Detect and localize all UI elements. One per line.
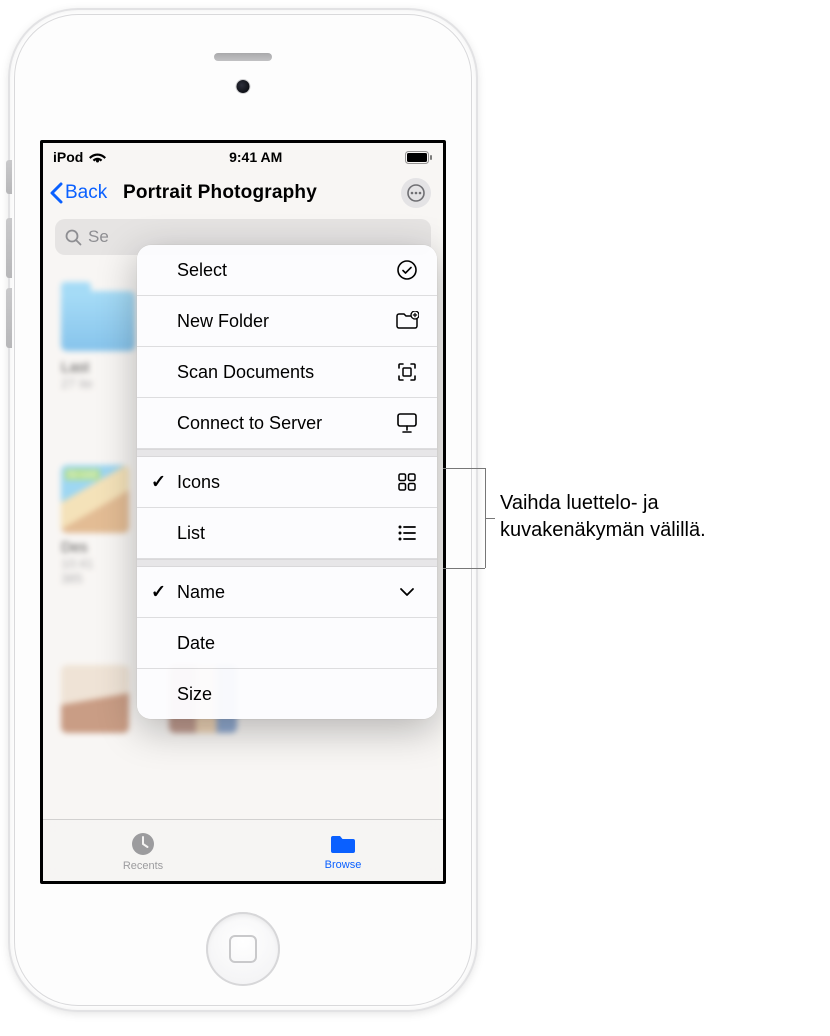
menu-select[interactable]: Select bbox=[137, 245, 437, 296]
volume-down-button bbox=[6, 288, 12, 348]
callout-line bbox=[485, 518, 495, 519]
menu-label: Icons bbox=[177, 472, 220, 493]
device-frame: Last 27 ite So cool! Des 10:41 385 bbox=[10, 10, 476, 1010]
file-thumbnail[interactable] bbox=[61, 665, 129, 733]
menu-sort-name[interactable]: ✓ Name bbox=[137, 567, 437, 618]
callout-text: Vaihda luettelo- ja kuvakenäkymän välill… bbox=[500, 490, 706, 544]
menu-scan-documents[interactable]: Scan Documents bbox=[137, 347, 437, 398]
menu-separator bbox=[137, 559, 437, 567]
menu-sort-date[interactable]: Date bbox=[137, 618, 437, 669]
menu-separator bbox=[137, 449, 437, 457]
tab-label: Browse bbox=[325, 859, 362, 871]
more-button[interactable] bbox=[401, 178, 431, 208]
callout-line bbox=[443, 568, 485, 569]
device-speaker bbox=[214, 53, 272, 61]
menu-connect-server[interactable]: Connect to Server bbox=[137, 398, 437, 449]
search-placeholder: Se bbox=[88, 227, 109, 247]
nav-bar: Back Portrait Photography bbox=[43, 171, 443, 215]
grid-icon bbox=[395, 470, 419, 494]
clock-icon bbox=[129, 830, 157, 858]
folder-icon bbox=[61, 291, 135, 351]
checkmark-icon: ✓ bbox=[151, 582, 166, 603]
file-name: Des bbox=[61, 539, 129, 556]
back-label: Back bbox=[65, 182, 107, 204]
page-title: Portrait Photography bbox=[123, 182, 401, 204]
thumbnail-badge: So cool! bbox=[65, 469, 100, 480]
tab-recents[interactable]: Recents bbox=[43, 820, 243, 881]
menu-label: New Folder bbox=[177, 311, 269, 332]
menu-label: Select bbox=[177, 260, 227, 281]
menu-view-icons[interactable]: ✓ Icons bbox=[137, 457, 437, 508]
status-bar: iPod 9:41 AM bbox=[43, 143, 443, 171]
folder-plus-icon bbox=[395, 309, 419, 333]
empty-icon bbox=[395, 682, 419, 706]
server-icon bbox=[395, 411, 419, 435]
menu-label: Connect to Server bbox=[177, 413, 322, 434]
file-time: 10:41 bbox=[61, 556, 129, 571]
callout-line1: Vaihda luettelo- ja bbox=[500, 490, 706, 517]
status-time: 9:41 AM bbox=[229, 149, 282, 165]
back-button[interactable]: Back bbox=[49, 182, 123, 204]
empty-icon bbox=[395, 631, 419, 655]
status-carrier: iPod bbox=[53, 149, 83, 165]
menu-label: Size bbox=[177, 684, 212, 705]
tab-label: Recents bbox=[123, 860, 163, 872]
mute-switch bbox=[6, 160, 12, 194]
tab-bar: Recents Browse bbox=[43, 819, 443, 881]
scan-icon bbox=[395, 360, 419, 384]
menu-new-folder[interactable]: New Folder bbox=[137, 296, 437, 347]
device-camera bbox=[237, 80, 250, 93]
volume-up-button bbox=[6, 218, 12, 278]
menu-view-list[interactable]: List bbox=[137, 508, 437, 559]
wifi-icon bbox=[89, 151, 106, 164]
file-item[interactable]: So cool! Des 10:41 385 bbox=[61, 465, 129, 586]
menu-label: List bbox=[177, 523, 205, 544]
home-button[interactable] bbox=[206, 912, 280, 986]
checkmark-icon: ✓ bbox=[151, 472, 166, 493]
file-size: 385 bbox=[61, 571, 129, 586]
chevron-down-icon bbox=[395, 580, 419, 604]
screen: Last 27 ite So cool! Des 10:41 385 bbox=[40, 140, 446, 884]
menu-label: Scan Documents bbox=[177, 362, 314, 383]
search-icon bbox=[65, 229, 82, 246]
ellipsis-circle-icon bbox=[407, 184, 425, 202]
context-menu: Select New Folder Scan Documents Connect… bbox=[137, 245, 437, 719]
folder-icon bbox=[328, 831, 358, 857]
callout-line2: kuvakenäkymän välillä. bbox=[500, 517, 706, 544]
menu-label: Date bbox=[177, 633, 215, 654]
callout-line bbox=[443, 468, 485, 469]
checkmark-circle-icon bbox=[395, 258, 419, 282]
tab-browse[interactable]: Browse bbox=[243, 820, 443, 881]
menu-sort-size[interactable]: Size bbox=[137, 669, 437, 719]
file-thumbnail: So cool! bbox=[61, 465, 129, 533]
battery-icon bbox=[405, 151, 433, 164]
menu-label: Name bbox=[177, 582, 225, 603]
list-icon bbox=[395, 521, 419, 545]
